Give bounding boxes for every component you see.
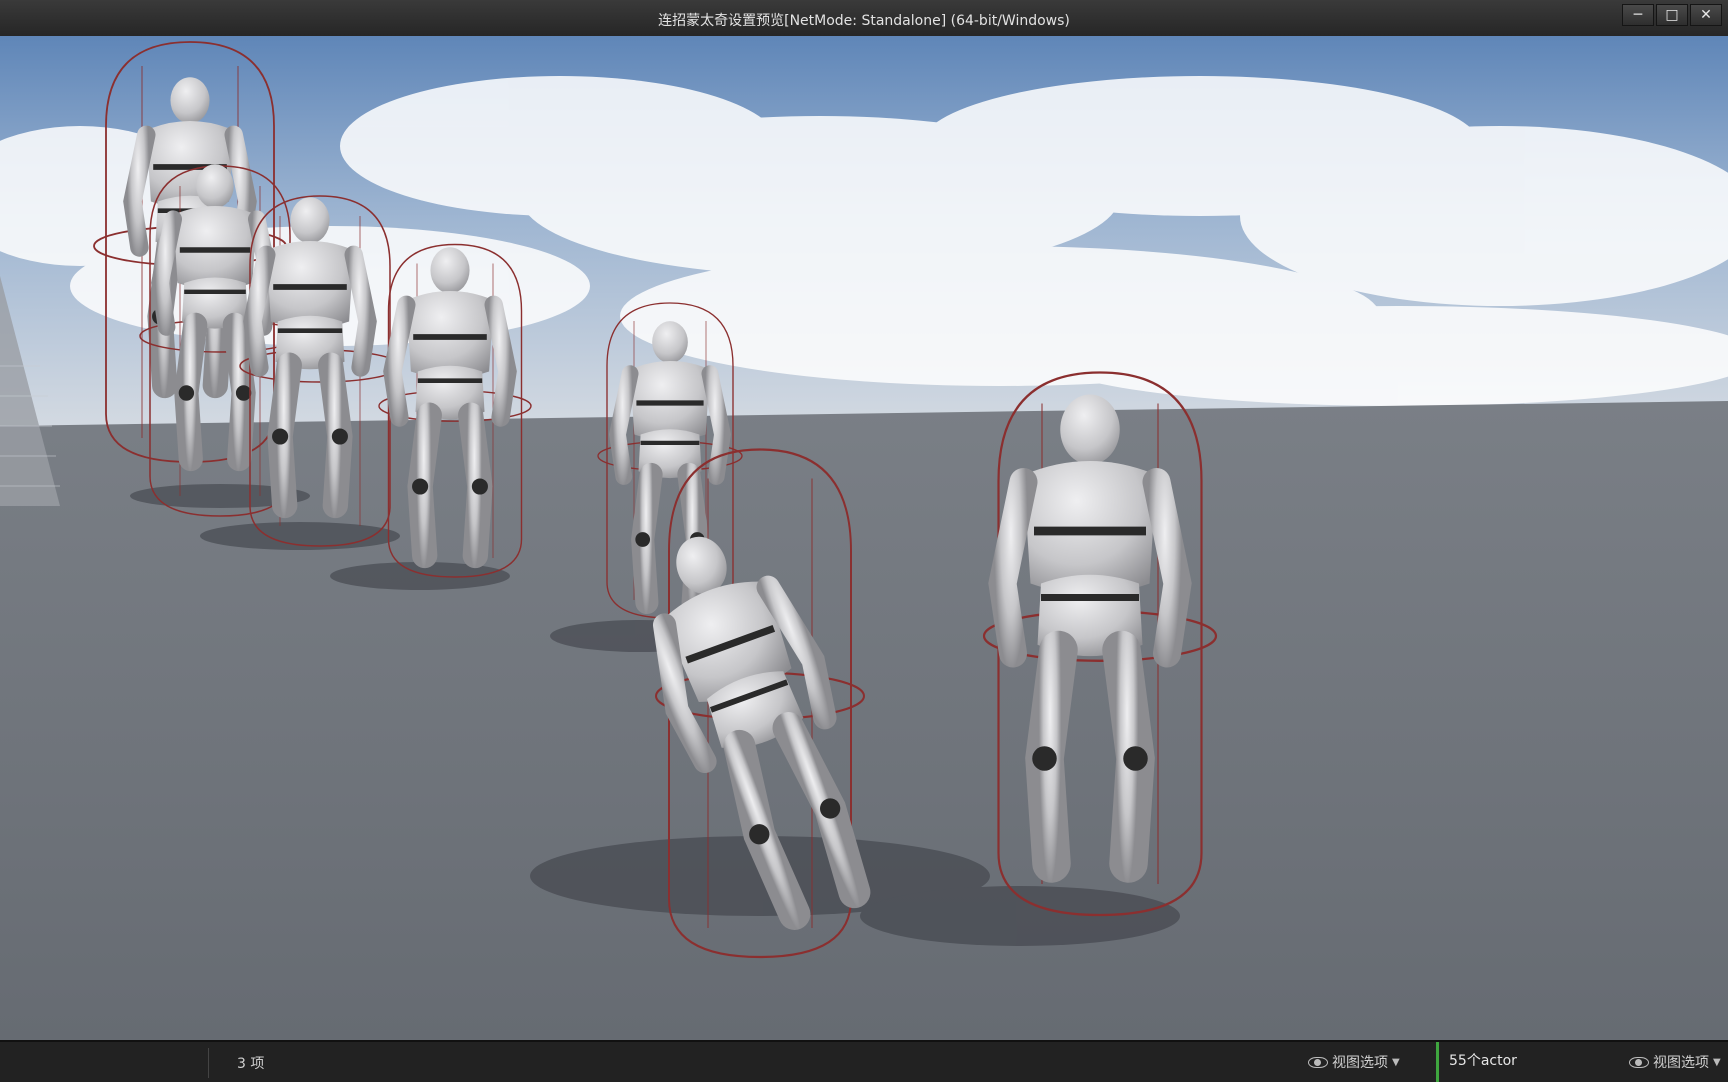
- eye-icon: [1308, 1056, 1328, 1068]
- chevron-down-icon: ▼: [1392, 1056, 1400, 1068]
- window-title: 连招蒙太奇设置预览[NetMode: Standalone] (64-bit/W…: [658, 13, 1070, 29]
- maximize-icon[interactable]: □: [1656, 4, 1688, 26]
- title-bar: 连招蒙太奇设置预览[NetMode: Standalone] (64-bit/W…: [0, 0, 1728, 37]
- status-bar: 3 项 视图选项 ▼ 55个actor 视图选项 ▼: [0, 1040, 1728, 1082]
- actor-view-options-button[interactable]: 视图选项 ▼: [1629, 1052, 1721, 1072]
- status-separator: [208, 1048, 209, 1078]
- chevron-down-icon: ▼: [1713, 1056, 1721, 1068]
- eye-icon: [1629, 1056, 1649, 1068]
- actor-count-label: 55个actor: [1449, 1053, 1517, 1069]
- item-count-label: 3 项: [237, 1056, 265, 1072]
- scene-render: [0, 36, 1728, 1040]
- close-icon[interactable]: ✕: [1690, 4, 1722, 26]
- view-options-label: 视图选项: [1653, 1055, 1709, 1071]
- window-controls: ─ □ ✕: [1622, 4, 1722, 26]
- actor-panel: 55个actor 视图选项 ▼: [1436, 1042, 1728, 1082]
- view-options-label: 视图选项: [1332, 1055, 1388, 1071]
- minimize-icon[interactable]: ─: [1622, 4, 1654, 26]
- game-viewport[interactable]: [0, 36, 1728, 1040]
- view-options-button[interactable]: 视图选项 ▼: [1308, 1052, 1400, 1072]
